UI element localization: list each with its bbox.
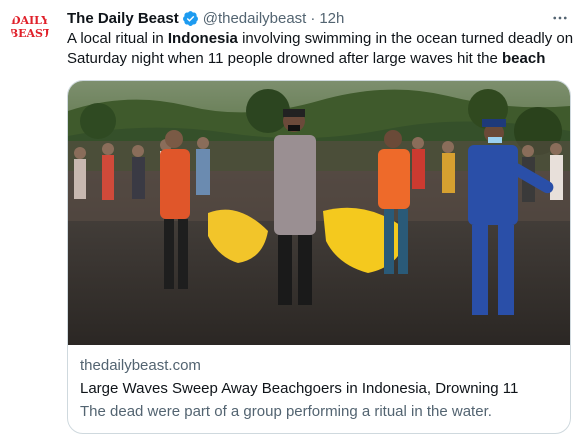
card-domain: thedailybeast.com — [80, 357, 201, 374]
tweet-text-part: A local ritual in — [67, 30, 168, 47]
tweet[interactable]: DAILY BEAST The Daily Beast @thedailybea… — [0, 0, 584, 441]
card-title[interactable]: Large Waves Sweep Away Beachgoers in Ind… — [80, 379, 558, 399]
card-image[interactable] — [68, 81, 570, 345]
beach-rescue-photo — [68, 81, 570, 345]
logo-text-line1: DAILY — [11, 14, 49, 27]
author-avatar[interactable]: DAILY BEAST — [11, 9, 49, 47]
verified-badge-icon — [182, 10, 199, 27]
card-description: The dead were part of a group performing… — [80, 403, 492, 420]
more-options-icon[interactable] — [550, 8, 570, 28]
author-name[interactable]: The Daily Beast — [67, 10, 179, 27]
tweet-header: The Daily Beast @thedailybeast · 12h — [67, 8, 570, 28]
tweet-text: A local ritual in Indonesia involving sw… — [67, 29, 577, 69]
hashtag-like-bold: beach — [502, 50, 546, 67]
author-handle[interactable]: @thedailybeast — [203, 10, 307, 27]
separator-dot: · — [310, 9, 316, 27]
card-meta: thedailybeast.com Large Waves Sweep Away… — [80, 356, 558, 422]
logo-text-line2: BEAST — [11, 27, 49, 40]
hashtag-like-bold: Indonesia — [167, 30, 238, 47]
daily-beast-logo: DAILY BEAST — [11, 9, 49, 47]
timestamp[interactable]: 12h — [319, 10, 344, 27]
link-card[interactable]: thedailybeast.com Large Waves Sweep Away… — [67, 80, 571, 434]
